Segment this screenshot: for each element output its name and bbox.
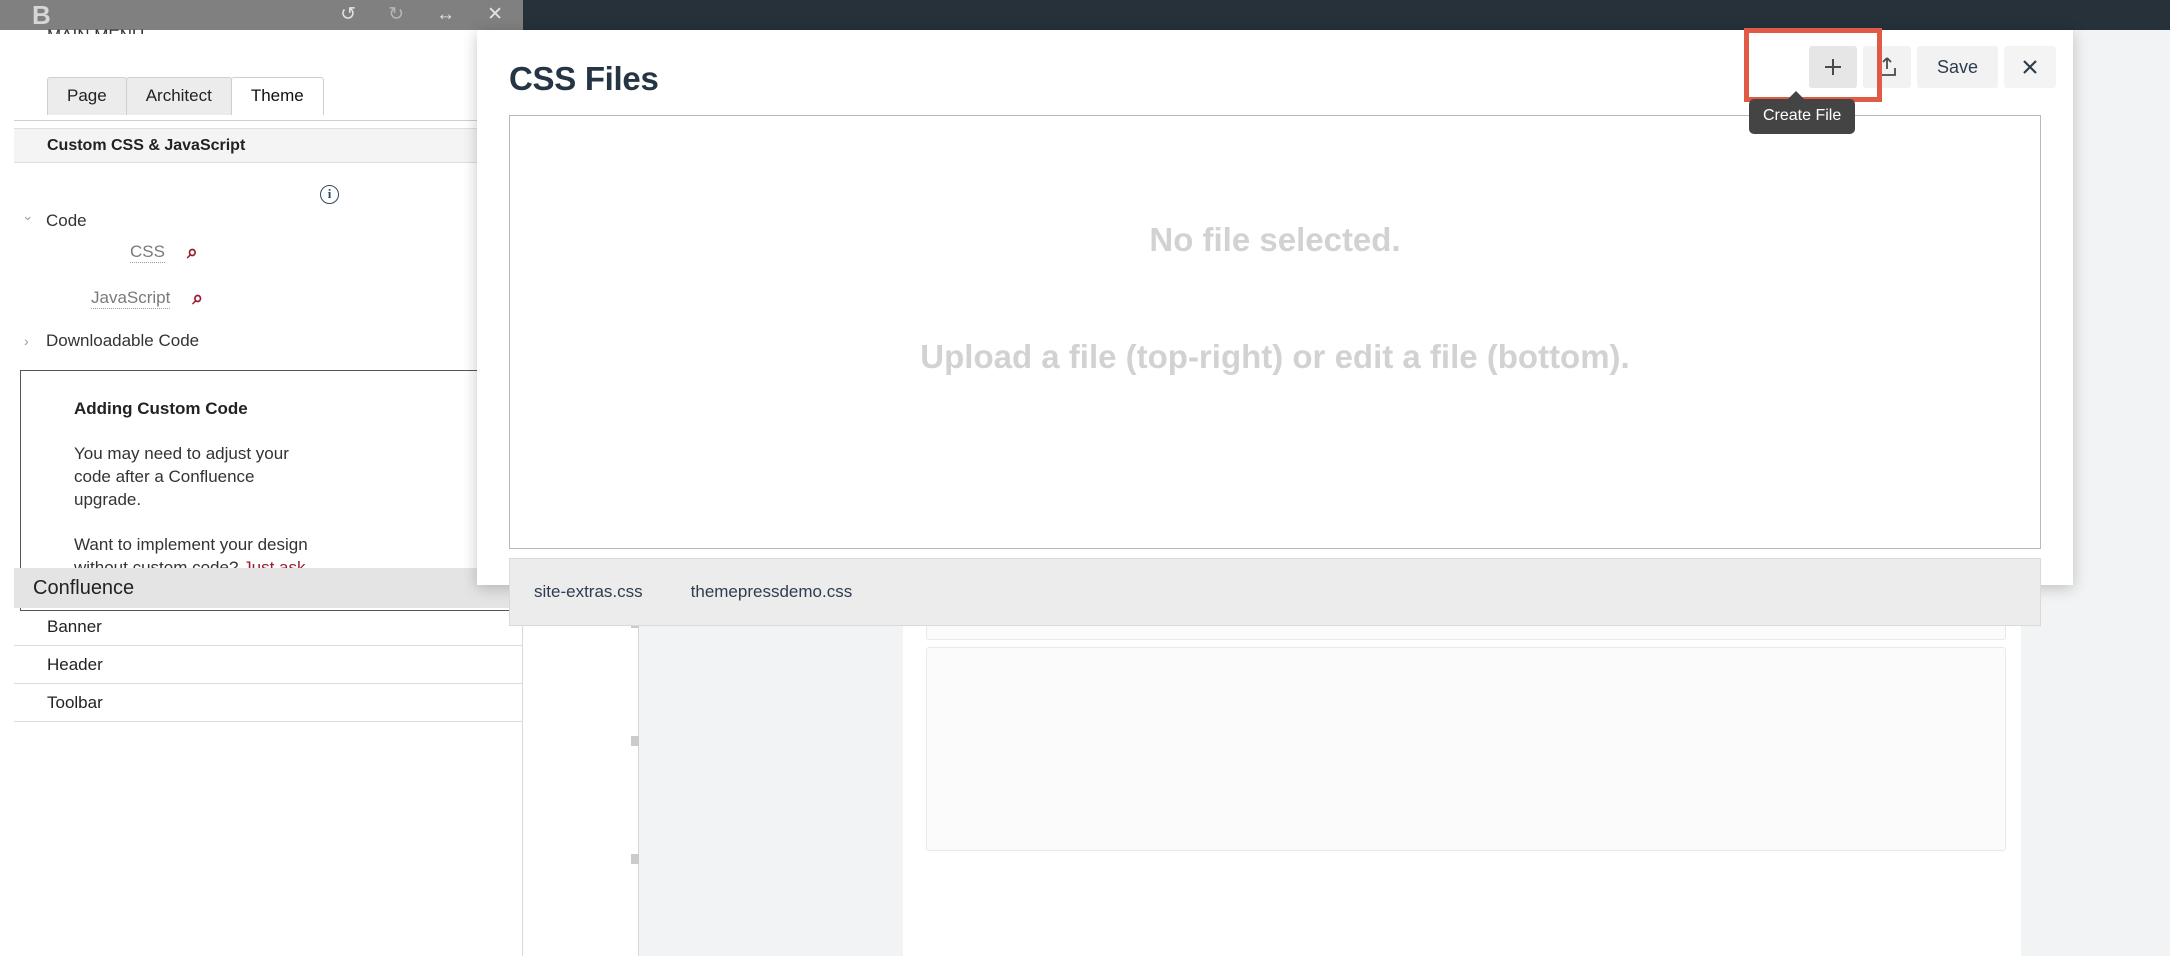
search-icon[interactable]: ⌕ (192, 289, 203, 308)
tabs-underline (14, 120, 523, 121)
tree-node-code-label: Code (46, 211, 87, 230)
tab-page[interactable]: Page (47, 77, 127, 115)
theme-settings-panel: MAIN MENU Page Architect Theme Custom CS… (0, 26, 560, 956)
background-card-2 (926, 647, 2006, 851)
background-tick-6 (631, 854, 639, 864)
undo-icon[interactable]: ↺ (340, 3, 356, 27)
close-icon[interactable]: ✕ (487, 3, 503, 27)
app-top-bar (523, 0, 2170, 30)
screen-root: B ↺ ↻ ↔ ✕ MAIN MENU Page Architect Theme… (0, 0, 2170, 956)
notice-title: Adding Custom Code (74, 399, 248, 418)
panel-clipped-title: MAIN MENU (47, 26, 144, 34)
plus-icon (1824, 59, 1841, 75)
tab-architect[interactable]: Architect (125, 77, 232, 115)
file-list-strip: site-extras.css themepressdemo.css (509, 558, 2041, 626)
redo-icon[interactable]: ↻ (388, 3, 404, 27)
tree-node-downloadable-code[interactable]: › Downloadable Code (24, 331, 199, 351)
dialog-title: CSS Files (509, 60, 659, 97)
chevron-right-icon: › (24, 333, 29, 349)
subheader-confluence: Confluence (14, 568, 523, 608)
tree-leaf-css-label[interactable]: CSS (130, 242, 165, 263)
sidebar-item-header[interactable]: Header (14, 646, 523, 684)
create-file-button[interactable] (1808, 46, 1857, 88)
dialog-action-bar: Save (1808, 46, 2056, 88)
create-file-tooltip: Create File (1749, 91, 1856, 134)
search-icon[interactable]: ⌕ (187, 243, 198, 262)
section-header-custom-css-js: Custom CSS & JavaScript (14, 128, 523, 163)
tree-node-code[interactable]: › Code (21, 211, 87, 231)
sidebar-item-banner[interactable]: Banner (14, 608, 523, 646)
close-icon (2023, 60, 2037, 74)
file-item-site-extras[interactable]: site-extras.css (528, 578, 649, 606)
no-file-selected-text: No file selected. (1149, 221, 1401, 258)
upload-hint-text: Upload a file (top-right) or edit a file… (920, 338, 1630, 375)
info-icon[interactable]: i (320, 185, 339, 204)
panel-tabs: Page Architect Theme (47, 77, 324, 115)
tree-leaf-css[interactable]: CSS ⌕ (130, 242, 198, 263)
builder-logo-icon[interactable]: B (32, 2, 58, 28)
upload-file-button[interactable] (1862, 46, 1911, 88)
sidebar-item-toolbar[interactable]: Toolbar (14, 684, 523, 722)
close-dialog-button[interactable] (2004, 46, 2056, 88)
tree-leaf-javascript[interactable]: JavaScript ⌕ (91, 288, 203, 309)
tab-theme[interactable]: Theme (230, 77, 324, 115)
background-tick-5 (631, 736, 639, 746)
save-button[interactable]: Save (1916, 46, 1998, 88)
file-item-themepressdemo[interactable]: themepressdemo.css (685, 578, 859, 606)
tree-leaf-javascript-label[interactable]: JavaScript (91, 288, 171, 309)
resize-icon[interactable]: ↔ (436, 3, 455, 27)
builder-toolbar-icons: ↺ ↻ ↔ ✕ (340, 3, 503, 27)
file-editor-area[interactable]: No file selected. Upload a file (top-rig… (509, 115, 2041, 549)
upload-icon (1878, 57, 1896, 76)
chevron-down-icon: › (21, 216, 37, 221)
notice-paragraph-1: You may need to adjust your code after a… (74, 444, 289, 509)
tree-node-downloadable-code-label: Downloadable Code (46, 331, 200, 350)
